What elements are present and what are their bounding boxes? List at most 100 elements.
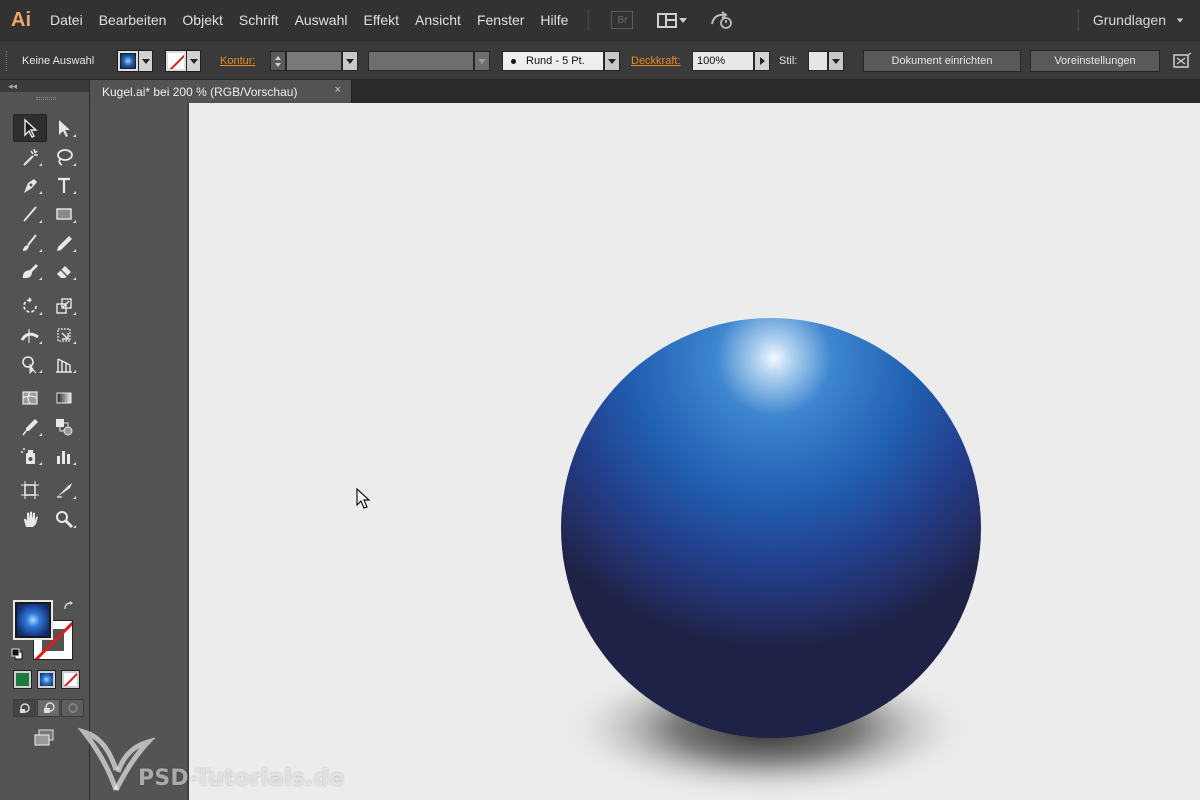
rectangle-tool[interactable] [47,200,81,228]
stroke-weight-dropdown[interactable] [342,51,358,71]
fill-stroke-widget [11,600,85,664]
variable-width-dropdown[interactable] [474,51,490,71]
arrange-documents-button[interactable] [657,12,688,28]
draw-behind-button[interactable] [37,699,60,717]
slice-tool[interactable] [47,476,81,504]
blob-brush-tool[interactable] [13,257,47,285]
artboard-tool[interactable] [13,476,47,504]
document-area: Kugel.ai* bei 200 % (RGB/Vorschau) × [90,80,1200,800]
pencil-tool[interactable] [47,229,81,257]
stroke-dropdown[interactable] [187,50,201,72]
free-transform-tool[interactable] [47,321,81,349]
blend-tool[interactable] [47,413,81,441]
width-tool[interactable] [13,321,47,349]
draw-inside-icon [67,703,78,713]
mesh-tool[interactable] [13,384,47,412]
direct-selection-tool[interactable] [47,114,81,142]
fill-color-box[interactable] [13,600,53,640]
swap-fill-stroke-icon[interactable] [63,600,75,612]
pasteboard[interactable] [90,103,188,800]
increment-icon [275,55,281,60]
menu-schrift[interactable]: Schrift [231,0,287,40]
shape-builder-tool[interactable] [13,350,47,378]
menu-bar: Ai Datei Bearbeiten Objekt Schrift Auswahl Ef… [0,0,1200,40]
opacity-slider-button[interactable] [754,51,770,71]
workspace-switcher[interactable]: Grundlagen [1077,0,1184,40]
fill-dropdown[interactable] [139,50,153,72]
menu-effekt[interactable]: Effekt [355,0,407,40]
stroke-weight-field[interactable] [286,51,342,71]
menu-bearbeiten[interactable]: Bearbeiten [91,0,175,40]
menu-datei[interactable]: Datei [42,0,91,40]
eyedropper-tool[interactable] [13,413,47,441]
chevron-down-icon [141,58,150,64]
scale-tool[interactable] [47,292,81,320]
opacity-label[interactable]: Deckkraft: [631,55,681,67]
menu-ansicht[interactable]: Ansicht [407,0,469,40]
collapse-panel-icon[interactable]: ◂◂ [8,80,17,92]
preferences-button[interactable]: Voreinstellungen [1030,50,1160,72]
document-tab[interactable]: Kugel.ai* bei 200 % (RGB/Vorschau) × [90,80,352,103]
close-icon[interactable]: × [335,84,341,96]
sphere[interactable] [561,318,981,738]
pen-tool[interactable] [13,171,47,199]
column-graph-tool[interactable] [47,442,81,470]
eraser-tool[interactable] [47,257,81,285]
type-tool[interactable] [47,171,81,199]
bridge-button[interactable]: Br [611,11,634,29]
direct-selection-icon [59,120,70,137]
chevron-down-icon [679,17,688,23]
screen-mode-icon[interactable] [33,728,57,748]
sphere-artwork[interactable] [189,103,1200,800]
draw-behind-icon [43,702,55,713]
mouse-cursor-icon [356,488,371,509]
symbol-sprayer-tool[interactable] [13,442,47,470]
rotate-tool[interactable] [13,292,47,320]
magic-wand-tool[interactable] [13,143,47,171]
gradient-mode-button[interactable] [37,670,56,689]
tool-row [13,413,81,442]
flyout-indicator-icon [39,312,42,316]
opacity-field[interactable]: 100% [692,51,754,71]
menu-auswahl[interactable]: Auswahl [287,0,356,40]
document-setup-button[interactable]: Dokument einrichten [863,50,1021,72]
color-mode-button[interactable] [13,670,32,689]
menu-fenster[interactable]: Fenster [469,0,532,40]
sync-settings-icon[interactable] [709,10,735,30]
panel-menu-icon[interactable] [1172,52,1192,70]
pencil-icon [57,235,72,251]
graphic-style-dropdown[interactable] [828,51,844,71]
perspective-grid-tool[interactable] [47,350,81,378]
line-segment-tool[interactable] [13,200,47,228]
selection-tool[interactable] [13,114,47,142]
stroke-label[interactable]: Kontur: [220,55,255,67]
brush-definition[interactable]: Rund - 5 Pt. [502,51,604,71]
variable-width-profile[interactable] [368,51,474,71]
draw-normal-button[interactable] [13,699,36,717]
lasso-tool[interactable] [47,143,81,171]
eyedropper-icon [22,418,38,436]
gradient-tool[interactable] [47,384,81,412]
mesh-icon [22,391,38,405]
tools-panel-grip[interactable] [36,97,56,100]
tool-row [13,505,81,534]
none-mode-button[interactable] [61,670,80,689]
graphic-style-swatch[interactable] [808,51,828,71]
flyout-indicator-icon [39,162,42,166]
flyout-indicator-icon [39,248,42,252]
stroke-swatch[interactable] [165,50,187,72]
paintbrush-icon [23,234,37,251]
zoom-tool[interactable] [47,505,81,533]
draw-inside-button[interactable] [61,699,84,717]
artboard[interactable] [189,103,1200,800]
fill-swatch[interactable] [117,50,139,72]
menu-hilfe[interactable]: Hilfe [532,0,576,40]
paintbrush-tool[interactable] [13,229,47,257]
stroke-weight-stepper[interactable] [270,51,286,71]
hand-tool[interactable] [13,505,47,533]
default-fill-stroke-icon[interactable] [11,648,23,660]
menu-objekt[interactable]: Objekt [174,0,230,40]
control-bar-grip[interactable] [6,51,8,71]
brush-dropdown[interactable] [604,51,620,71]
magic-wand-icon [23,148,38,166]
